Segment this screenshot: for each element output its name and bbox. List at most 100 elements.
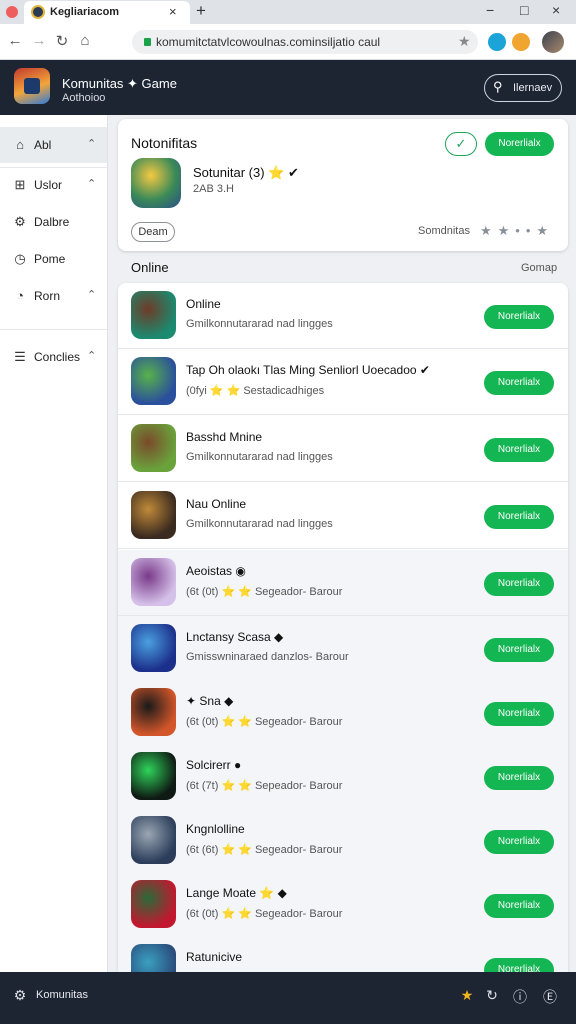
featured-action-button[interactable]: Norerlialx bbox=[485, 132, 554, 156]
game-name[interactable]: Aeoistas ◉ bbox=[186, 564, 246, 578]
bookmark-star-icon[interactable]: ★ bbox=[458, 33, 471, 50]
game-meta: Gmisswninaraed danzlos- Barour bbox=[186, 651, 349, 663]
url-text[interactable]: komumitctatvlcowoulnas.cominsiljatio cau… bbox=[156, 35, 380, 49]
game-row[interactable]: Lnctansy Scasa ◆ Gmisswninaraed danzlos-… bbox=[118, 616, 568, 682]
forward-arrow-icon[interactable]: → bbox=[30, 32, 48, 49]
reload-icon[interactable]: ↻ bbox=[53, 32, 71, 50]
address-bar[interactable]: komumitctatvlcowoulnas.cominsiljatio cau… bbox=[132, 30, 478, 54]
sidebar-item-label: Dalbre bbox=[34, 215, 70, 229]
game-name[interactable]: Kngnlolline bbox=[186, 822, 245, 836]
game-name[interactable]: Tap Oh olaokı Tlas Ming Senliorl Uoecado… bbox=[186, 363, 430, 377]
game-action-button[interactable]: Norerlialx bbox=[484, 958, 554, 972]
game-name[interactable]: Online bbox=[186, 297, 221, 311]
sidebar-item-rorn[interactable]: ◔ Rorn ⌃ bbox=[0, 278, 107, 314]
featured-game-icon[interactable] bbox=[131, 158, 181, 208]
browser-tab-bar: Kegliariacom × + − □ × bbox=[0, 0, 576, 24]
game-action-button[interactable]: Norerlialx bbox=[484, 505, 554, 529]
tab-close-icon[interactable]: × bbox=[169, 4, 177, 19]
game-meta: Gmilkonnutararad nad lingges bbox=[186, 318, 333, 330]
browser-tab[interactable]: Kegliariacom × bbox=[24, 1, 190, 24]
game-row[interactable]: Kngnlolline (6t (6t) ⭐ ⭐ Segeador- Barou… bbox=[118, 808, 568, 874]
header-search-label: Ilernaev bbox=[513, 82, 553, 94]
refresh-icon[interactable]: ↻ bbox=[482, 987, 502, 1004]
featured-title: Notonifitas bbox=[131, 135, 198, 151]
gear-icon: ⚙ bbox=[14, 214, 26, 229]
sidebar-item-dalbre[interactable]: ⚙ Dalbre bbox=[0, 204, 107, 240]
section-link[interactable]: Gomap bbox=[521, 262, 557, 274]
profile-avatar[interactable] bbox=[542, 31, 564, 53]
game-action-button[interactable]: Norerlialx bbox=[484, 894, 554, 918]
sidebar-item-conclies[interactable]: ☰ Conclies ⌃ bbox=[0, 339, 107, 375]
game-name[interactable]: Ratunicive bbox=[186, 950, 242, 964]
section-title: Online bbox=[131, 260, 169, 275]
search-icon: ⚲ bbox=[493, 79, 503, 94]
game-action-button[interactable]: Norerlialx bbox=[484, 305, 554, 329]
extension-badge-icon[interactable] bbox=[512, 33, 530, 51]
sidebar-item-pome[interactable]: ◷ Pome bbox=[0, 241, 107, 277]
app-logo[interactable] bbox=[14, 68, 50, 104]
home-icon: ⌂ bbox=[16, 137, 24, 152]
chevron-up-icon[interactable]: ⌃ bbox=[87, 349, 96, 362]
featured-sort-label: Somdnitas bbox=[418, 225, 470, 237]
game-icon bbox=[131, 944, 176, 972]
sidebar-divider bbox=[0, 329, 107, 330]
game-action-button[interactable]: Norerlialx bbox=[484, 702, 554, 726]
window-minimize-icon[interactable]: − bbox=[486, 2, 494, 18]
chevron-up-icon[interactable]: ⌃ bbox=[87, 288, 96, 301]
grid-icon: ⊞ bbox=[14, 177, 26, 192]
app-title: Komunitas ✦ Game bbox=[62, 76, 177, 91]
game-row[interactable]: Basshd Mnine Gmilkonnutararad nad lingge… bbox=[118, 416, 568, 482]
check-icon[interactable]: ✓ bbox=[445, 132, 477, 156]
sidebar-item-label: Uslor bbox=[34, 178, 63, 192]
rating-stars-icon[interactable]: ★★••★ bbox=[480, 223, 554, 239]
lock-icon bbox=[144, 38, 151, 46]
game-meta: (6t (0t) ⭐ ⭐ Segeador- Barour bbox=[186, 908, 343, 920]
home-icon[interactable]: ⌂ bbox=[76, 32, 94, 49]
game-name[interactable]: Lange Moate ⭐ ◆ bbox=[186, 886, 287, 900]
game-icon bbox=[131, 816, 176, 864]
game-list: Online Gmilkonnutararad nad lingges Nore… bbox=[118, 283, 568, 972]
game-icon bbox=[131, 624, 176, 672]
featured-tag-chip[interactable]: Deam bbox=[131, 222, 175, 242]
game-action-button[interactable]: Norerlialx bbox=[484, 371, 554, 395]
window-close-dot[interactable] bbox=[6, 6, 18, 18]
sidebar-item-label: Rorn bbox=[34, 289, 61, 303]
game-row[interactable]: Solcirerr ● (6t (7t) ⭐ ⭐ Sepeador- Barou… bbox=[118, 744, 568, 810]
game-action-button[interactable]: Norerlialx bbox=[484, 766, 554, 790]
game-name[interactable]: Lnctansy Scasa ◆ bbox=[186, 630, 283, 644]
chevron-up-icon[interactable]: ⌃ bbox=[87, 177, 96, 190]
settings-icon[interactable]: ⚙ bbox=[10, 987, 30, 1004]
extension-icon[interactable] bbox=[488, 33, 506, 51]
featured-game-name[interactable]: Sotunitar (3) ⭐ ✔ bbox=[193, 165, 299, 181]
window-close-icon[interactable]: × bbox=[552, 2, 560, 18]
game-name[interactable]: Solcirerr ● bbox=[186, 758, 241, 772]
game-row[interactable]: ✦ Sna ◆ (6t (0t) ⭐ ⭐ Segeador- Barour No… bbox=[118, 680, 568, 746]
star-icon[interactable]: ★ bbox=[457, 987, 477, 1004]
exit-icon[interactable]: Ⓔ bbox=[540, 987, 560, 1007]
game-action-button[interactable]: Norerlialx bbox=[484, 830, 554, 854]
game-row[interactable]: Nau Online Gmilkonnutararad nad lingges … bbox=[118, 483, 568, 549]
game-name[interactable]: Nau Online bbox=[186, 497, 246, 511]
back-arrow-icon[interactable]: ← bbox=[6, 32, 24, 49]
game-name[interactable]: ✦ Sna ◆ bbox=[186, 694, 233, 708]
window-maximize-icon[interactable]: □ bbox=[520, 2, 528, 18]
new-tab-icon[interactable]: + bbox=[196, 1, 206, 21]
game-row[interactable]: Online Gmilkonnutararad nad lingges Nore… bbox=[118, 283, 568, 349]
app-subtitle: Aothoioo bbox=[62, 92, 106, 104]
game-action-button[interactable]: Norerlialx bbox=[484, 638, 554, 662]
sidebar-item-uslor[interactable]: ⊞ Uslor ⌃ bbox=[0, 167, 107, 203]
header-search-button[interactable]: ⚲ Ilernaev bbox=[484, 74, 562, 102]
game-action-button[interactable]: Norerlialx bbox=[484, 572, 554, 596]
bolt-icon[interactable]: ⓘ bbox=[510, 987, 530, 1007]
sidebar-item-abl[interactable]: ⌂ Abl ⌃ bbox=[0, 127, 107, 163]
game-row[interactable]: Tap Oh olaokı Tlas Ming Senliorl Uoecado… bbox=[118, 349, 568, 415]
logo-mark-icon bbox=[24, 78, 40, 94]
game-row[interactable]: Aeoistas ◉ (6t (0t) ⭐ ⭐ Segeador- Barour… bbox=[118, 550, 568, 616]
game-row[interactable]: Ratunicive Norerlialx bbox=[118, 936, 568, 972]
compass-icon: ◔ bbox=[16, 288, 24, 303]
game-action-button[interactable]: Norerlialx bbox=[484, 438, 554, 462]
game-row[interactable]: Lange Moate ⭐ ◆ (6t (0t) ⭐ ⭐ Segeador- B… bbox=[118, 872, 568, 938]
game-icon bbox=[131, 424, 176, 472]
game-name[interactable]: Basshd Mnine bbox=[186, 430, 262, 444]
chevron-up-icon[interactable]: ⌃ bbox=[87, 137, 96, 150]
